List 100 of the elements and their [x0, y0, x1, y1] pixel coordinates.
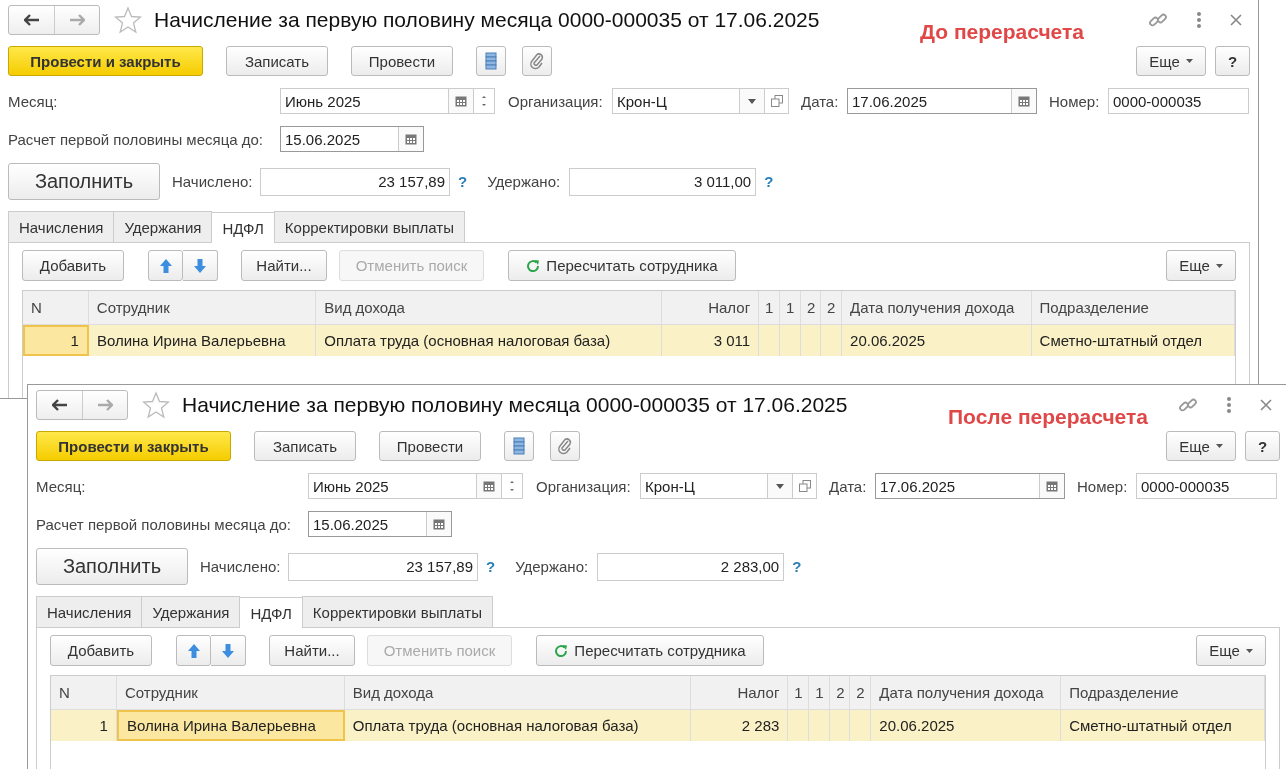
- table-cell: Оплата труда (основная налоговая база): [316, 325, 663, 356]
- field-label: Организация:: [536, 477, 632, 495]
- tab[interactable]: НДФЛ: [211, 212, 275, 243]
- column-header[interactable]: Подразделение: [1061, 676, 1266, 709]
- calendar-icon[interactable]: [398, 127, 423, 151]
- column-header[interactable]: 2: [801, 291, 822, 324]
- toolbar-button[interactable]: Провести: [351, 46, 453, 76]
- toolbar-button[interactable]: Провести: [379, 431, 481, 461]
- more-button[interactable]: Еще: [1136, 46, 1206, 76]
- find-button[interactable]: Найти...: [241, 250, 327, 281]
- dropdown-icon[interactable]: [739, 89, 764, 113]
- tab[interactable]: Удержания: [141, 596, 241, 627]
- input-field[interactable]: Июнь 2025: [280, 88, 495, 114]
- field-label: Номер:: [1077, 477, 1129, 495]
- tab[interactable]: Корректировки выплаты: [273, 211, 465, 242]
- calendar-icon[interactable]: [426, 512, 451, 536]
- help-button[interactable]: ?: [1245, 431, 1280, 461]
- calendar-icon[interactable]: [476, 474, 501, 498]
- toolbar-button[interactable]: Записать: [254, 431, 356, 461]
- up-arrow-icon: [158, 257, 173, 274]
- help-button[interactable]: ?: [1215, 46, 1250, 76]
- post-and-close-button[interactable]: Провести и закрыть: [36, 431, 231, 461]
- dropdown-icon[interactable]: [767, 474, 792, 498]
- date-field[interactable]: 15.06.2025: [308, 511, 452, 537]
- column-header[interactable]: 1: [809, 676, 831, 709]
- move-up-button[interactable]: [148, 250, 183, 281]
- star-icon[interactable]: [142, 391, 170, 419]
- tab[interactable]: Начисления: [36, 596, 143, 627]
- more-button[interactable]: Еще: [1166, 431, 1236, 461]
- list-button[interactable]: [504, 431, 534, 461]
- input-field[interactable]: Крон-Ц: [612, 88, 765, 114]
- recalculate-button[interactable]: Пересчитать сотрудника: [508, 250, 736, 281]
- column-header[interactable]: Налог: [691, 676, 789, 709]
- more-button[interactable]: Еще: [1196, 635, 1266, 666]
- down-arrow-icon: [193, 257, 207, 274]
- tab[interactable]: Корректировки выплаты: [301, 596, 493, 627]
- fill-button[interactable]: Заполнить: [36, 548, 188, 585]
- recalculate-button[interactable]: Пересчитать сотрудника: [536, 635, 764, 666]
- field-label: Расчет первой половины месяца до:: [36, 515, 292, 533]
- date-field[interactable]: 15.06.2025: [280, 126, 424, 152]
- help-link[interactable]: ?: [792, 558, 802, 575]
- column-header[interactable]: Подразделение: [1031, 291, 1236, 324]
- column-header[interactable]: Вид дохода: [316, 291, 663, 324]
- input-field[interactable]: 17.06.2025: [847, 88, 1037, 114]
- add-button[interactable]: Добавить: [22, 250, 124, 281]
- calendar-icon[interactable]: [1039, 474, 1064, 498]
- list-button[interactable]: [476, 46, 506, 76]
- move-down-button[interactable]: [183, 250, 218, 281]
- post-and-close-button[interactable]: Провести и закрыть: [8, 46, 203, 76]
- annotation-label: До перерасчета: [920, 20, 1084, 44]
- tab[interactable]: Начисления: [8, 211, 115, 242]
- input-field[interactable]: 0000-000035: [1136, 473, 1277, 499]
- calendar-icon[interactable]: [448, 89, 473, 113]
- down-arrow-icon: [221, 642, 235, 659]
- attachment-button[interactable]: [550, 431, 580, 461]
- column-header[interactable]: 2: [830, 676, 851, 709]
- star-icon[interactable]: [114, 6, 142, 34]
- up-arrow-icon: [186, 642, 201, 659]
- column-header[interactable]: Сотрудник: [116, 676, 345, 709]
- column-header[interactable]: 2: [850, 676, 872, 709]
- field-label: Дата:: [801, 92, 840, 110]
- fill-button[interactable]: Заполнить: [8, 163, 160, 200]
- move-up-button[interactable]: [176, 635, 211, 666]
- tab[interactable]: НДФЛ: [239, 597, 303, 628]
- total-label: Удержано:: [487, 173, 562, 190]
- more-icon[interactable]: [1196, 11, 1202, 29]
- add-button[interactable]: Добавить: [50, 635, 152, 666]
- more-button[interactable]: Еще: [1166, 250, 1236, 281]
- input-field[interactable]: Июнь 2025: [308, 473, 523, 499]
- close-icon[interactable]: [1260, 399, 1272, 411]
- table-row[interactable]: 1 Волина Ирина Валерьевна Оплата труда (основная налоговая база) 2 283 20.06.2025 Сметно-штатный отдел: [51, 710, 1265, 741]
- more-icon[interactable]: [1226, 396, 1232, 414]
- column-header[interactable]: 2: [821, 291, 843, 324]
- input-field[interactable]: 17.06.2025: [875, 473, 1065, 499]
- column-header[interactable]: 1: [780, 291, 802, 324]
- input-field[interactable]: Крон-Ц: [640, 473, 793, 499]
- find-button[interactable]: Найти...: [269, 635, 355, 666]
- move-down-button[interactable]: [211, 635, 246, 666]
- open-icon[interactable]: [765, 88, 789, 114]
- input-field[interactable]: 0000-000035: [1108, 88, 1249, 114]
- open-icon[interactable]: [793, 473, 817, 499]
- help-link[interactable]: ?: [458, 173, 468, 190]
- column-header[interactable]: Дата получения дохода: [842, 291, 1032, 324]
- attachment-button[interactable]: [522, 46, 552, 76]
- help-link[interactable]: ?: [764, 173, 774, 190]
- table-row[interactable]: 1 Волина Ирина Валерьевна Оплата труда (основная налоговая база) 3 011 20.06.2025 Сметно-штатный отдел: [23, 325, 1235, 356]
- help-link[interactable]: ?: [486, 558, 496, 575]
- column-header[interactable]: 1: [788, 676, 810, 709]
- column-header[interactable]: Вид дохода: [344, 676, 692, 709]
- tab[interactable]: Удержания: [113, 211, 213, 242]
- column-header[interactable]: N: [23, 291, 89, 324]
- calendar-icon[interactable]: [1011, 89, 1036, 113]
- close-icon[interactable]: [1230, 14, 1242, 26]
- toolbar-button[interactable]: Записать: [226, 46, 328, 76]
- column-header[interactable]: 1: [759, 291, 781, 324]
- column-header[interactable]: N: [51, 676, 117, 709]
- column-header[interactable]: Сотрудник: [88, 291, 317, 324]
- column-header[interactable]: Дата получения дохода: [871, 676, 1062, 709]
- column-header[interactable]: Налог: [662, 291, 760, 324]
- window-title: Начисление за первую половину месяца 0000-000035 от 17.06.2025: [154, 8, 820, 32]
